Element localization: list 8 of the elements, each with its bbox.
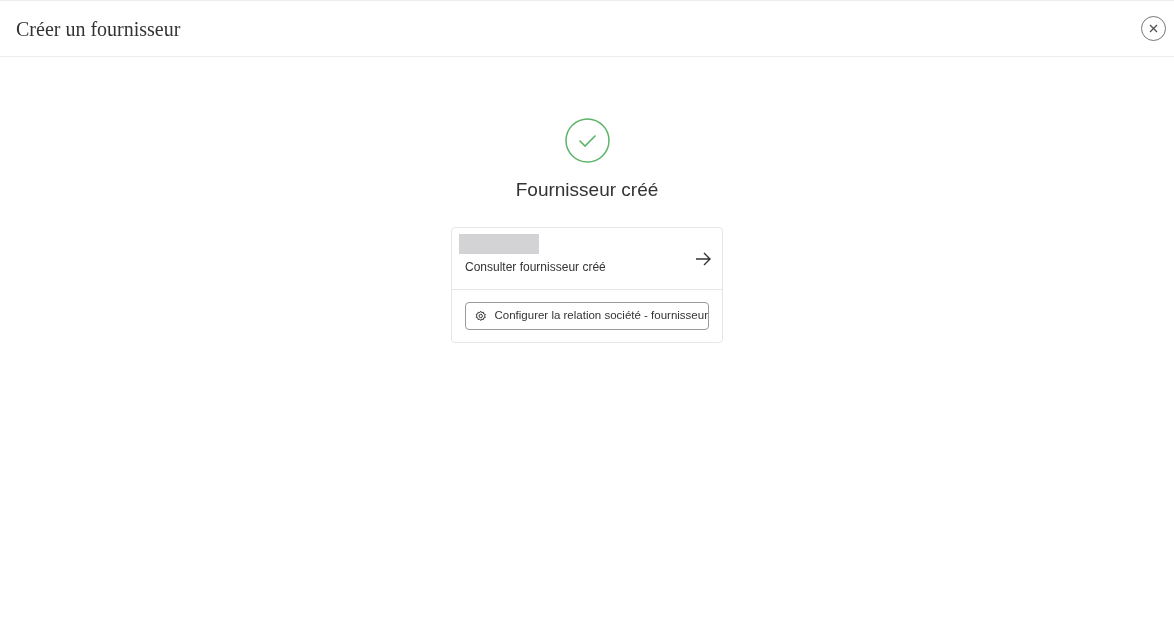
view-supplier-link[interactable]: Consulter fournisseur créé — [459, 257, 606, 276]
success-heading: Fournisseur créé — [515, 178, 659, 202]
success-check-icon — [564, 118, 610, 163]
configure-relation-button[interactable]: Configurer la relation société - fournisseur — [465, 301, 709, 330]
arrow-right-icon[interactable] — [695, 251, 711, 266]
gear-icon — [475, 309, 487, 322]
close-icon — [1149, 24, 1158, 33]
dialog-title: Créer un fournisseur — [16, 16, 181, 42]
